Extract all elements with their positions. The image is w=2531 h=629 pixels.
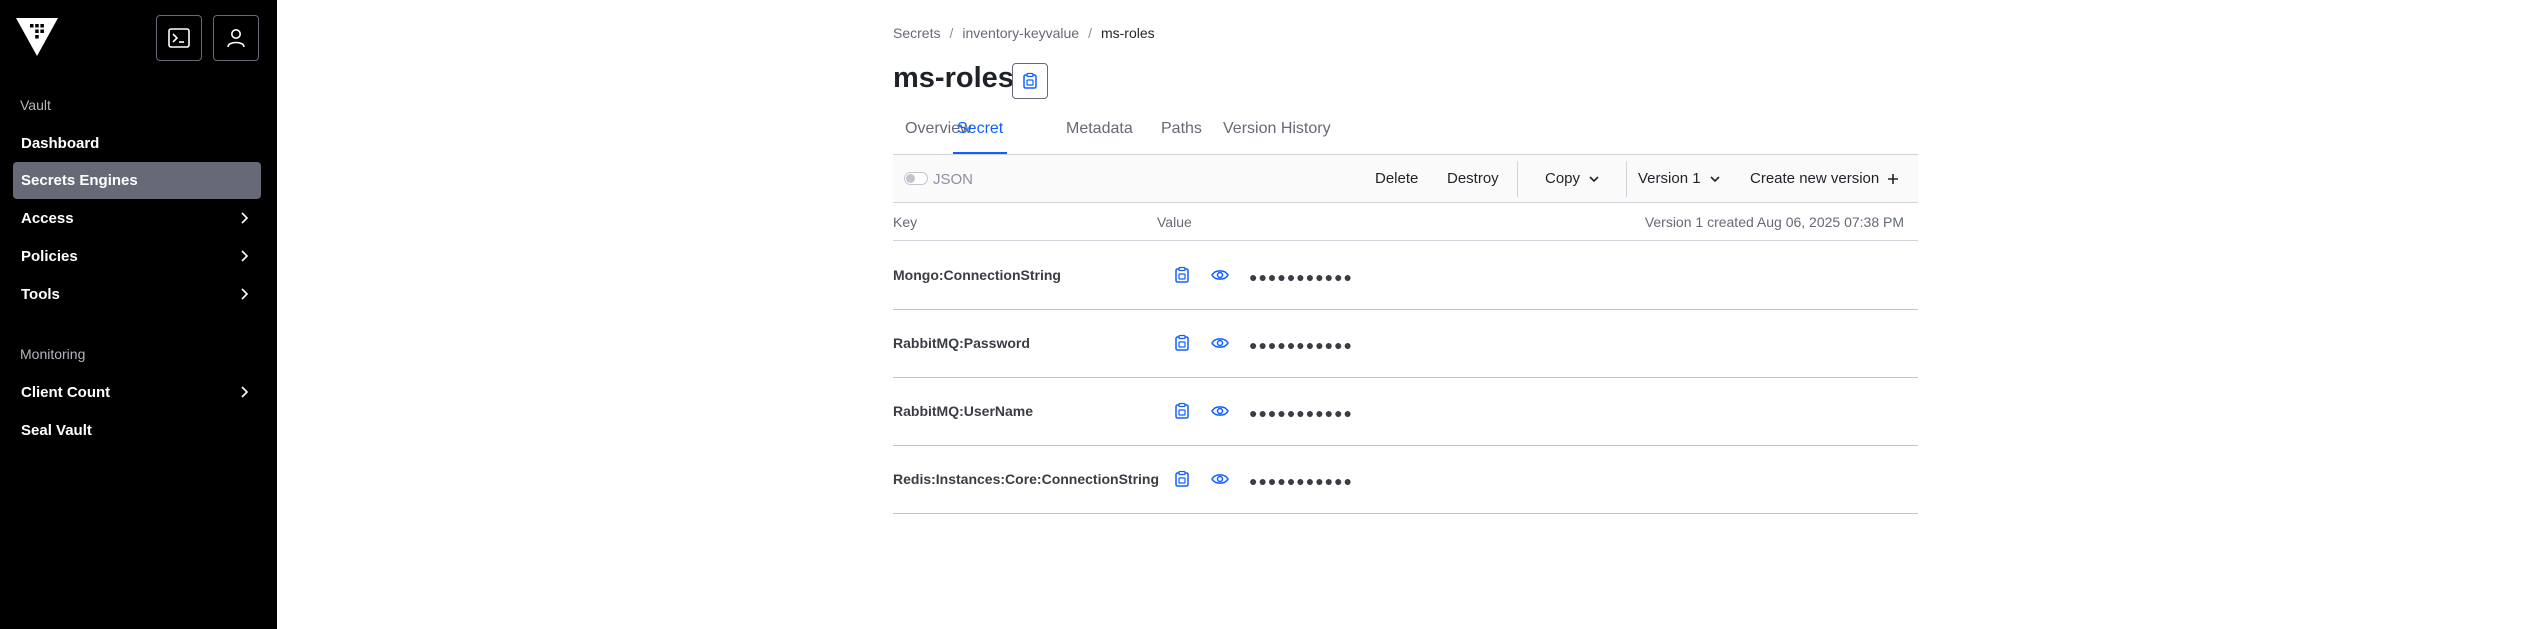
eye-icon[interactable] [1211, 471, 1229, 487]
sidebar-item-client-count[interactable]: Client Count [13, 374, 261, 411]
table-row: Mongo:ConnectionString ●●●●●●●●●●● [893, 242, 1918, 310]
vault-logo-icon[interactable] [16, 18, 58, 58]
copy-label: Copy [1545, 170, 1581, 187]
json-toggle-label: JSON [933, 171, 974, 188]
column-header-value: Value [1157, 214, 1192, 230]
chevron-down-icon [1589, 175, 1599, 182]
column-header-key: Key [893, 214, 918, 230]
version-label: Version 1 [1638, 170, 1701, 187]
sidebar-item-secrets-engines[interactable]: Secrets Engines [13, 162, 261, 199]
sidebar-item-label: Dashboard [21, 135, 100, 152]
table-header-divider [893, 240, 1918, 241]
sidebar: Vault Dashboard Secrets Engines Access P… [0, 0, 277, 629]
sidebar-item-tools[interactable]: Tools [13, 276, 261, 313]
terminal-icon [168, 28, 190, 48]
sidebar-item-label: Access [21, 210, 74, 227]
sidebar-item-label: Client Count [21, 384, 111, 401]
terminal-button[interactable] [156, 15, 202, 61]
version-dropdown[interactable]: Version 1 [1638, 170, 1721, 187]
clipboard-icon[interactable] [1173, 266, 1191, 284]
nav-heading-monitoring: Monitoring [20, 346, 86, 362]
clipboard-icon[interactable] [1173, 402, 1191, 420]
secret-key: RabbitMQ:Password [893, 335, 1030, 351]
tab-version-history[interactable]: Version History [1223, 114, 1331, 154]
masked-value: ●●●●●●●●●●● [1249, 473, 1354, 489]
sidebar-item-access[interactable]: Access [13, 200, 261, 237]
copy-dropdown[interactable]: Copy [1545, 170, 1600, 187]
secret-key: Mongo:ConnectionString [893, 267, 1061, 283]
breadcrumb-separator: / [949, 25, 954, 41]
chevron-right-icon [241, 250, 249, 262]
clipboard-icon[interactable] [1173, 470, 1191, 488]
plus-icon [1888, 173, 1899, 184]
destroy-button[interactable]: Destroy [1447, 170, 1499, 187]
user-menu-button[interactable] [213, 15, 259, 61]
sidebar-item-label: Seal Vault [21, 422, 92, 439]
clipboard-icon [1023, 72, 1037, 89]
json-toggle[interactable] [904, 172, 928, 185]
secret-key: RabbitMQ:UserName [893, 403, 1034, 419]
toolbar-divider [1517, 161, 1518, 197]
eye-icon[interactable] [1211, 403, 1229, 419]
sidebar-item-label: Tools [21, 286, 60, 303]
sidebar-item-seal-vault[interactable]: Seal Vault [13, 412, 261, 449]
breadcrumb-secrets[interactable]: Secrets [893, 25, 940, 41]
tab-bar: Overview Secret Metadata Paths Version H… [893, 114, 1918, 155]
table-row: RabbitMQ:UserName ●●●●●●●●●●● [893, 378, 1918, 446]
masked-value: ●●●●●●●●●●● [1249, 269, 1354, 285]
tab-paths[interactable]: Paths [1161, 114, 1202, 154]
user-icon [227, 29, 245, 48]
toggle-knob [906, 174, 915, 183]
sidebar-item-dashboard[interactable]: Dashboard [13, 125, 261, 162]
sidebar-item-label: Secrets Engines [21, 172, 138, 189]
eye-icon[interactable] [1211, 335, 1229, 351]
masked-value: ●●●●●●●●●●● [1249, 337, 1354, 353]
delete-button[interactable]: Delete [1375, 170, 1418, 187]
create-new-version-label: Create new version [1750, 170, 1880, 187]
nav-heading-vault: Vault [20, 97, 51, 113]
chevron-right-icon [241, 212, 249, 224]
breadcrumb-separator: / [1088, 25, 1092, 41]
chevron-right-icon [241, 386, 249, 398]
sidebar-item-label: Policies [21, 248, 78, 265]
sidebar-item-policies[interactable]: Policies [13, 238, 261, 275]
toolbar-divider [1626, 161, 1627, 197]
secret-toolbar: JSON Delete Destroy Copy Version 1 Creat… [893, 155, 1918, 203]
page-title: ms-roles [893, 62, 1014, 94]
tab-metadata[interactable]: Metadata [1066, 114, 1133, 154]
masked-value: ●●●●●●●●●●● [1249, 405, 1354, 421]
breadcrumb: Secrets / inventory-keyvalue / ms-roles [893, 25, 1155, 41]
eye-icon[interactable] [1211, 267, 1229, 283]
copy-path-button[interactable] [1012, 63, 1048, 99]
clipboard-icon[interactable] [1173, 334, 1191, 352]
secret-key: Redis:Instances:Core:ConnectionString [893, 471, 1160, 487]
breadcrumb-current: ms-roles [1100, 25, 1155, 41]
create-new-version-button[interactable]: Create new version [1750, 170, 1899, 187]
breadcrumb-inventory-keyvalue[interactable]: inventory-keyvalue [962, 25, 1079, 41]
tab-secret[interactable]: Secret [953, 114, 1008, 154]
chevron-down-icon [1709, 175, 1720, 182]
version-created-info: Version 1 created Aug 06, 2025 07:38 PM [1644, 214, 1904, 230]
chevron-right-icon [241, 288, 249, 300]
table-row: Redis:Instances:Core:ConnectionString ●●… [893, 446, 1918, 514]
table-row: RabbitMQ:Password ●●●●●●●●●●● [893, 310, 1918, 378]
